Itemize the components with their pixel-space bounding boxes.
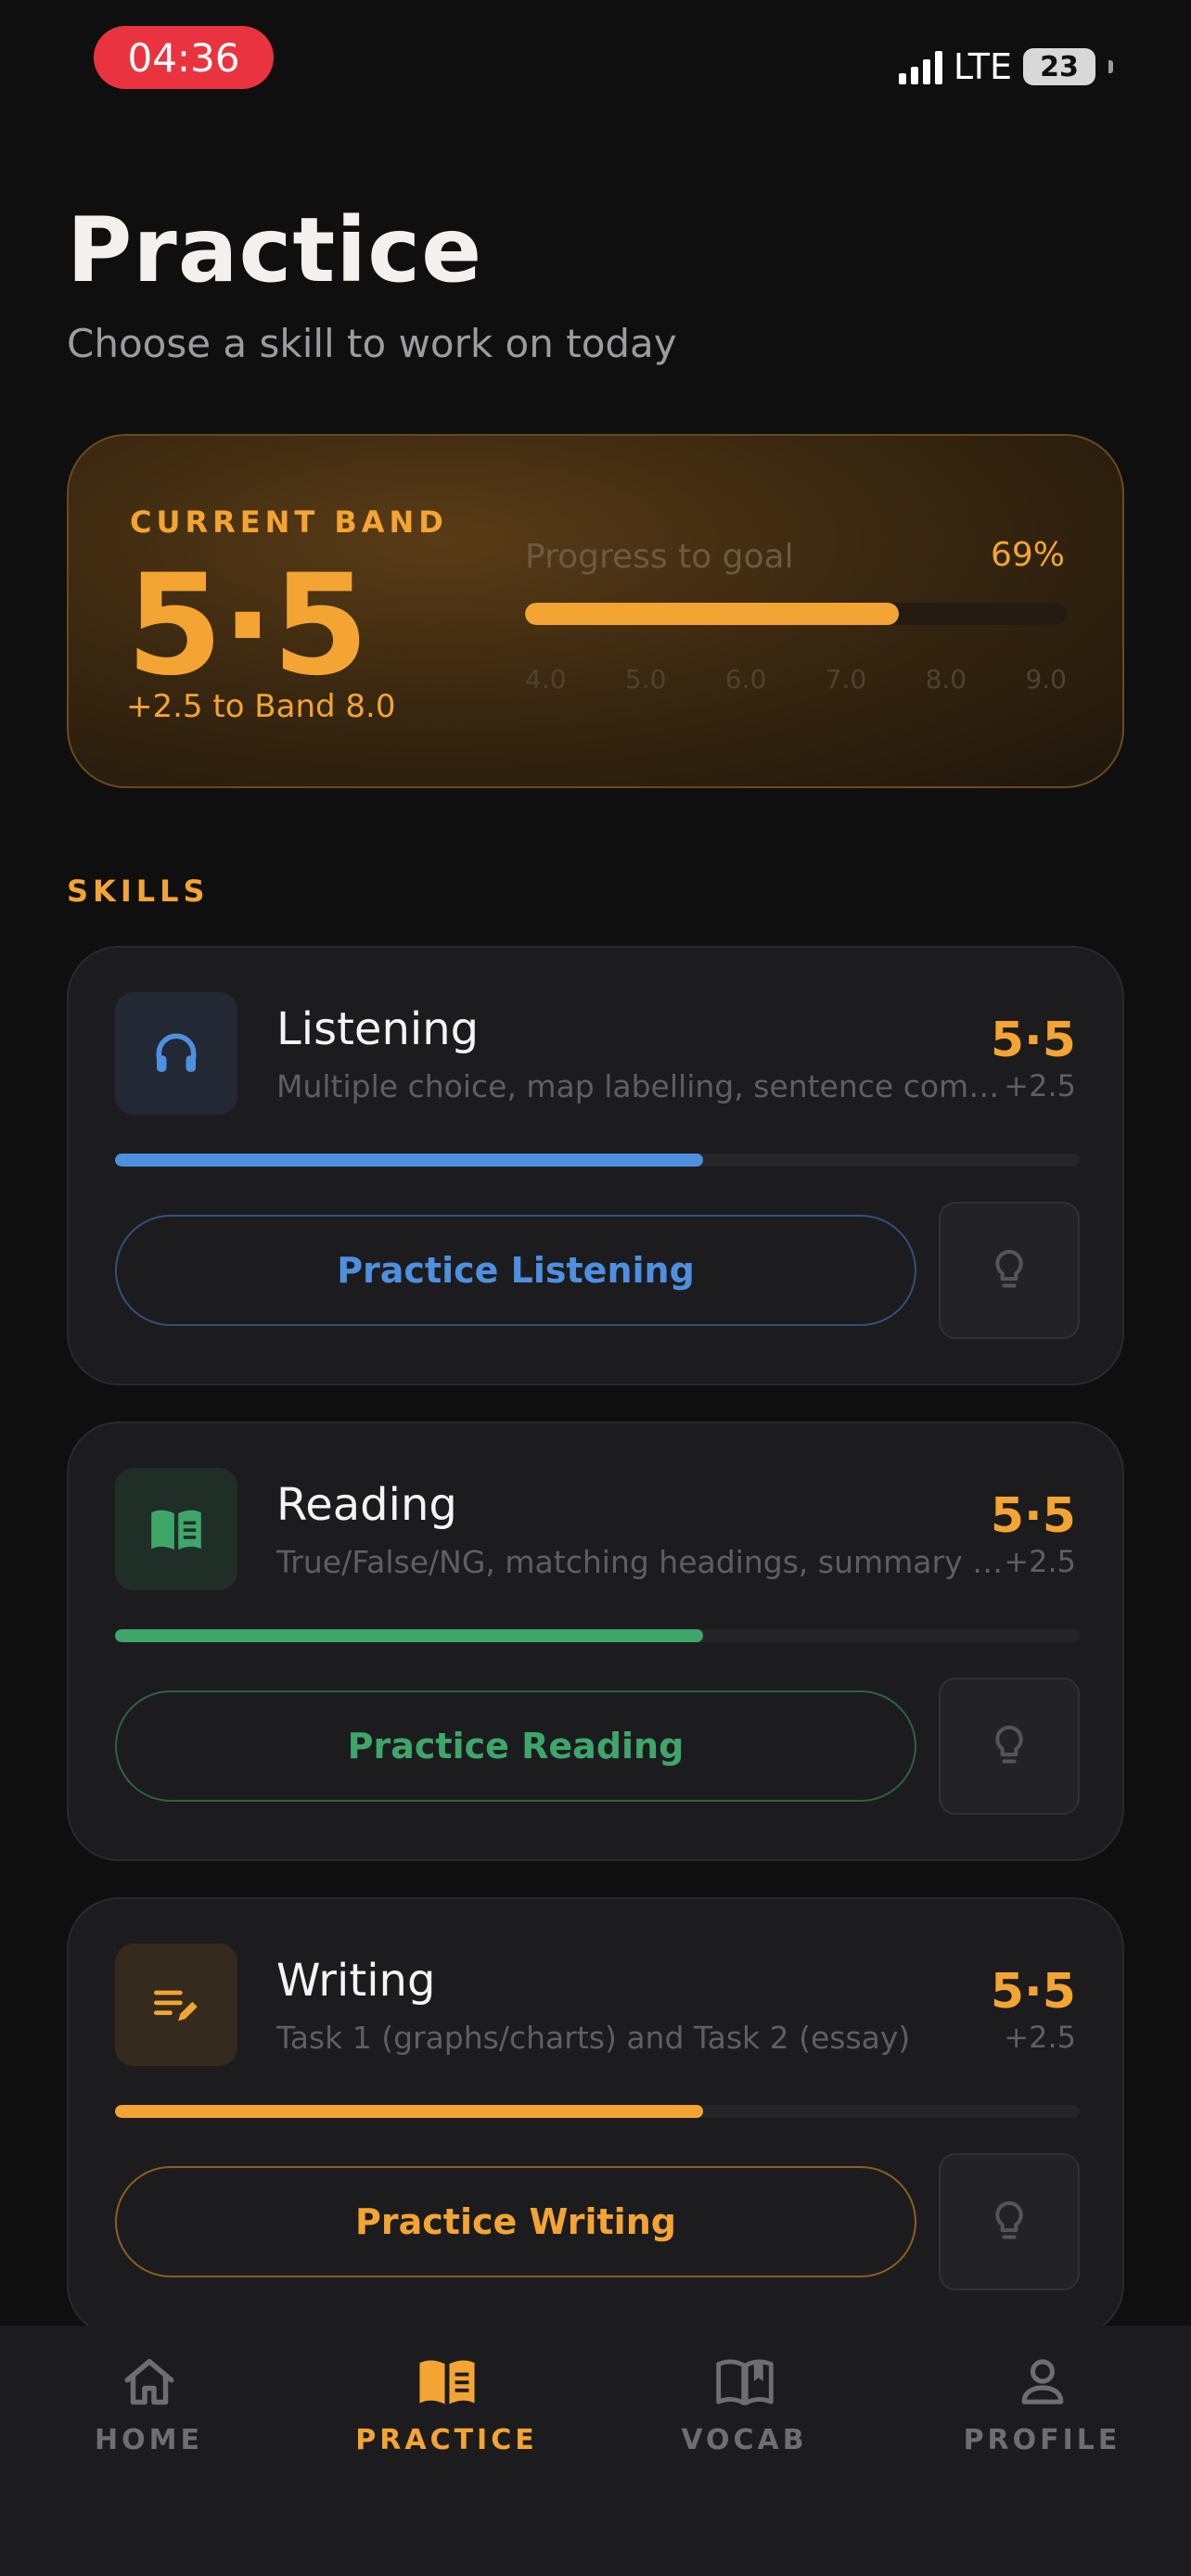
nav-item-vocab[interactable]: VOCAB bbox=[596, 2326, 893, 2576]
nav-label: PROFILE bbox=[963, 2424, 1121, 2456]
scale-tick: 4.0 bbox=[525, 664, 567, 695]
nav-label: HOME bbox=[95, 2424, 203, 2456]
tips-button[interactable] bbox=[939, 2153, 1080, 2290]
skill-progress-track bbox=[115, 1629, 1080, 1642]
battery-level: 23 bbox=[1040, 50, 1079, 83]
practice-writing-button[interactable]: Practice Writing bbox=[115, 2166, 916, 2277]
nav-item-home[interactable]: HOME bbox=[0, 2326, 298, 2576]
skill-card-reading: Reading True/False/NG, matching headings… bbox=[67, 1422, 1124, 1861]
page-subtitle: Choose a skill to work on today bbox=[67, 321, 677, 366]
band-value: 5·5 bbox=[126, 545, 369, 707]
skill-name: Writing bbox=[276, 1955, 436, 2007]
lightbulb-icon bbox=[995, 1249, 1023, 1288]
signal-icon bbox=[898, 49, 942, 84]
skill-score: 5·5 bbox=[990, 1013, 1076, 1068]
band-delta: +2.5 to Band 8.0 bbox=[126, 688, 396, 725]
home-icon bbox=[124, 2359, 173, 2405]
skill-score: 5·5 bbox=[990, 1488, 1076, 1544]
scale-tick: 7.0 bbox=[825, 664, 867, 695]
tips-button[interactable] bbox=[939, 1202, 1080, 1339]
scale-tick: 9.0 bbox=[1025, 664, 1067, 695]
practice-listening-button[interactable]: Practice Listening bbox=[115, 1215, 916, 1326]
skill-delta: +2.5 bbox=[1004, 1068, 1076, 1103]
scale-tick: 8.0 bbox=[925, 664, 967, 695]
skill-progress-fill bbox=[115, 1154, 704, 1167]
vocab-book-icon bbox=[715, 2359, 774, 2405]
goal-progress-fill bbox=[525, 603, 899, 625]
book-open-icon bbox=[418, 2360, 475, 2404]
battery-tip bbox=[1108, 60, 1113, 73]
page-title: Practice bbox=[67, 198, 483, 302]
goal-percent: 69% bbox=[990, 536, 1065, 574]
status-time: 04:36 bbox=[94, 26, 274, 89]
skill-description: Task 1 (graphs/charts) and Task 2 (essay… bbox=[276, 2020, 911, 2056]
skill-icon-box bbox=[115, 992, 237, 1115]
lightbulb-icon bbox=[995, 1725, 1023, 1764]
skill-progress-fill bbox=[115, 1629, 704, 1642]
network-type: LTE bbox=[953, 46, 1012, 87]
skill-description: True/False/NG, matching headings, summar… bbox=[276, 1544, 1009, 1580]
skill-card-writing: Writing Task 1 (graphs/charts) and Task … bbox=[67, 1897, 1124, 2337]
current-band-card: CURRENT BAND 5·5 +2.5 to Band 8.0 Progre… bbox=[67, 434, 1124, 788]
lightbulb-icon bbox=[995, 2200, 1023, 2239]
skill-description: Multiple choice, map labelling, sentence… bbox=[276, 1068, 1009, 1104]
skill-card-listening: Listening Multiple choice, map labelling… bbox=[67, 946, 1124, 1385]
nav-label: VOCAB bbox=[681, 2424, 808, 2456]
skill-delta: +2.5 bbox=[1004, 1544, 1076, 1579]
skill-icon-box bbox=[115, 1944, 237, 2066]
goal-label: Progress to goal bbox=[525, 538, 794, 576]
practice-reading-button[interactable]: Practice Reading bbox=[115, 1690, 916, 1802]
battery-icon: 23 bbox=[1023, 48, 1095, 85]
nav-item-profile[interactable]: PROFILE bbox=[893, 2326, 1191, 2576]
goal-progress-track bbox=[525, 603, 1067, 625]
edit-notes-icon bbox=[153, 1990, 198, 2021]
book-icon bbox=[151, 1510, 201, 1550]
skill-icon-box bbox=[115, 1468, 237, 1590]
skill-score: 5·5 bbox=[990, 1964, 1076, 2020]
headphones-icon bbox=[156, 1033, 197, 1072]
skill-name: Reading bbox=[276, 1479, 457, 1531]
skills-heading: SKILLS bbox=[67, 874, 210, 909]
tips-button[interactable] bbox=[939, 1677, 1080, 1815]
nav-item-practice[interactable]: PRACTICE bbox=[298, 2326, 596, 2576]
scale-tick: 6.0 bbox=[724, 664, 767, 695]
skill-name: Listening bbox=[276, 1003, 480, 1055]
goal-scale: 4.0 5.0 6.0 7.0 8.0 9.0 bbox=[525, 664, 1067, 695]
skill-progress-track bbox=[115, 1154, 1080, 1167]
bottom-nav: HOME PRACTICE VOCAB PROFILE bbox=[0, 2326, 1191, 2576]
skill-progress-fill bbox=[115, 2105, 704, 2118]
nav-label: PRACTICE bbox=[355, 2424, 538, 2456]
person-icon bbox=[1021, 2359, 1063, 2404]
scale-tick: 5.0 bbox=[624, 664, 667, 695]
skill-delta: +2.5 bbox=[1004, 2020, 1076, 2055]
band-label: CURRENT BAND bbox=[130, 504, 448, 540]
skill-progress-track bbox=[115, 2105, 1080, 2118]
status-indicators: LTE 23 bbox=[898, 45, 1113, 89]
